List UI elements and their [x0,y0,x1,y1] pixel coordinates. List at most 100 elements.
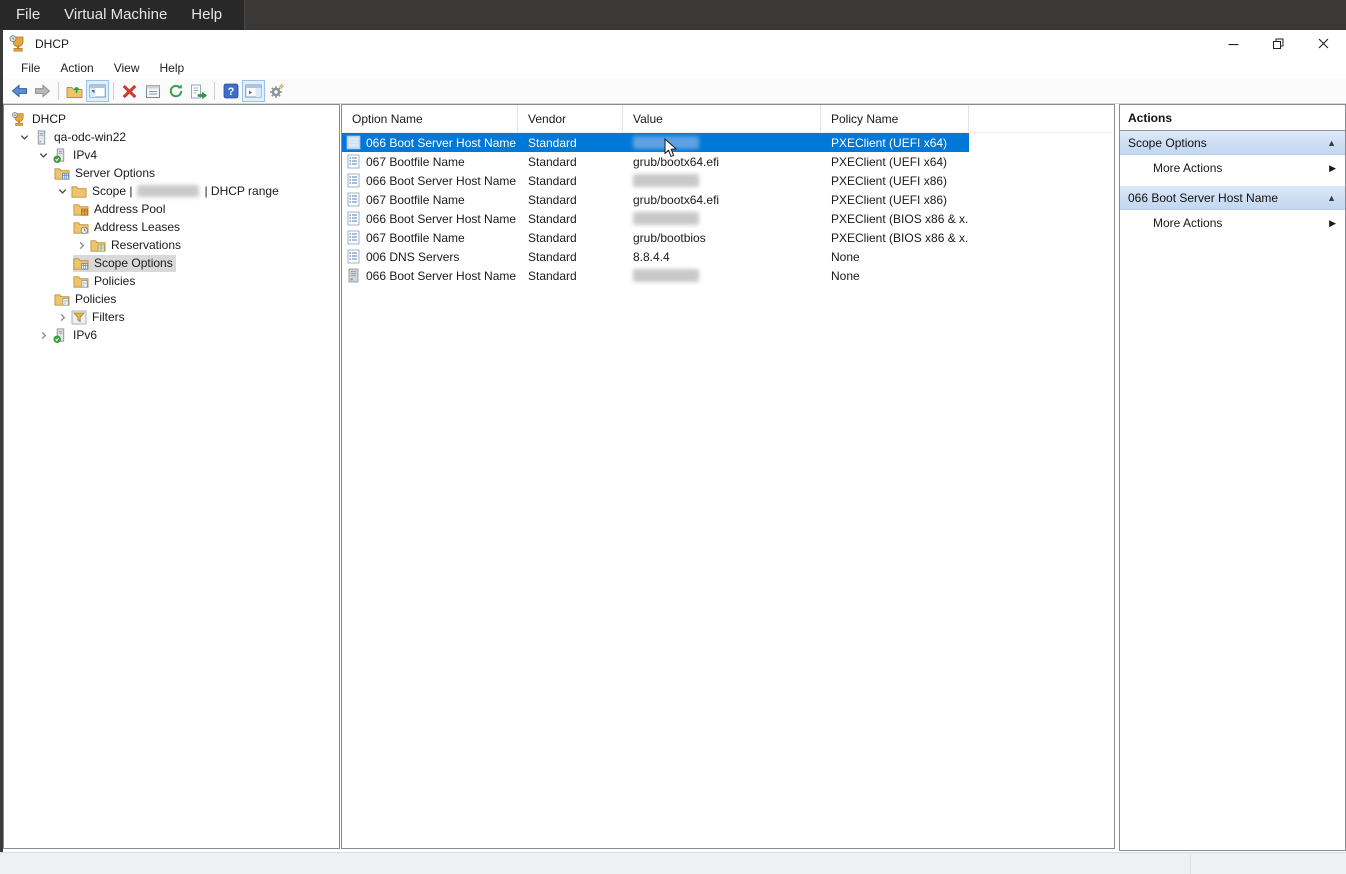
cell-option: 066 Boot Server Host Name [366,212,516,226]
status-strip [0,852,1346,874]
up-one-level-icon [66,84,83,99]
forward-icon [34,84,51,98]
minimize-button[interactable] [1211,30,1256,57]
actions-pane-title: Actions [1120,105,1345,131]
cell-value: 8.8.4.4 [623,247,821,266]
option-item-icon [346,249,361,264]
tree-item-address-leases[interactable]: Address Leases [4,218,339,236]
tree-item-scope-policies[interactable]: Policies [4,272,339,290]
back-button[interactable] [8,80,31,102]
cell-vendor: Standard [518,152,623,171]
cell-value: grub/bootx64.efi [623,152,821,171]
expander-collapsed-icon[interactable] [54,312,71,323]
tree-label: Policies [94,274,135,288]
dhcp-root-icon [11,112,27,127]
tree-label: Address Pool [94,202,165,216]
expander-collapsed-icon[interactable] [35,330,52,341]
vm-menu-virtual-machine[interactable]: Virtual Machine [52,0,179,30]
restore-button[interactable] [1256,30,1301,57]
actions-section-066-boot-server[interactable]: 066 Boot Server Host Name ▲ [1120,186,1345,210]
vm-menu-file[interactable]: File [4,0,52,30]
properties-button[interactable] [141,80,164,102]
results-list-pane: Option Name Vendor Value Policy Name 066… [341,104,1115,849]
option-item-icon [346,192,361,207]
cell-option: 067 Bootfile Name [366,193,465,207]
tree-item-reservations[interactable]: Reservations [4,236,339,254]
expander-expanded-icon[interactable] [16,132,33,143]
menu-help[interactable]: Help [150,59,195,77]
cell-vendor: Standard [518,190,623,209]
tree-item-scope-options[interactable]: Scope Options [4,254,339,272]
tree-item-server-options[interactable]: Server Options [4,164,339,182]
table-row[interactable]: 067 Bootfile Name Standard grub/bootx64.… [342,152,969,171]
option-item-icon [346,135,361,150]
vm-menu-help[interactable]: Help [179,0,234,30]
cell-policy: PXEClient (UEFI x64) [821,152,969,171]
refresh-button[interactable] [164,80,187,102]
action-pane-icon [245,84,262,98]
tree-item-scope[interactable]: Scope | | DHCP range [4,182,339,200]
tree-label: Server Options [75,166,155,180]
table-row[interactable]: 066 Boot Server Host Name Standard None [342,266,969,285]
table-row[interactable]: 066 Boot Server Host Name Standard PXECl… [342,209,969,228]
cell-option: 067 Bootfile Name [366,155,465,169]
cell-vendor: Standard [518,209,623,228]
cell-value: grub/bootbios [623,228,821,247]
more-actions-066-boot-server[interactable]: More Actions ▶ [1120,210,1345,236]
svg-text:?: ? [227,86,234,98]
configure-button[interactable] [265,80,288,102]
tree-item-ipv4-policies[interactable]: Policies [4,290,339,308]
column-header-vendor[interactable]: Vendor [518,105,623,132]
folder-options-icon [54,166,70,181]
up-one-level-button[interactable] [63,80,86,102]
cell-option: 067 Bootfile Name [366,231,465,245]
table-row[interactable]: 067 Bootfile Name Standard grub/bootx64.… [342,190,969,209]
column-header-option-name[interactable]: Option Name [342,105,518,132]
window-titlebar: DHCP [3,30,1346,57]
export-list-button[interactable] [187,80,210,102]
tree-item-ipv6[interactable]: IPv6 [4,326,339,344]
gear-icon [268,83,286,99]
tree-label: Filters [92,310,125,324]
show-action-pane-button[interactable] [242,80,265,102]
list-header: Option Name Vendor Value Policy Name [342,105,1114,133]
redacted-value [633,174,699,187]
collapse-icon: ▲ [1327,193,1336,203]
scope-options-icon [73,256,89,271]
tree-item-address-pool[interactable]: Address Pool [4,200,339,218]
forward-button[interactable] [31,80,54,102]
table-row[interactable]: 067 Bootfile Name Standard grub/bootbios… [342,228,969,247]
expander-collapsed-icon[interactable] [73,240,90,251]
cell-policy: PXEClient (UEFI x86) [821,171,969,190]
close-button[interactable] [1301,30,1346,57]
table-row[interactable]: 066 Boot Server Host Name Standard PXECl… [342,171,969,190]
tree-label: Reservations [111,238,181,252]
minimize-icon [1227,37,1240,50]
menu-file[interactable]: File [11,59,50,77]
tree-item-dhcp-root[interactable]: DHCP [4,110,339,128]
collapse-icon: ▲ [1327,138,1336,148]
status-strip-divider [1190,854,1191,874]
toolbar-separator [58,82,59,100]
toolbar: ? [3,79,1346,104]
actions-section-scope-options[interactable]: Scope Options ▲ [1120,131,1345,155]
expander-expanded-icon[interactable] [54,186,71,197]
menu-action[interactable]: Action [50,59,103,77]
show-console-tree-button[interactable] [86,80,109,102]
column-header-value[interactable]: Value [623,105,821,132]
delete-button[interactable] [118,80,141,102]
table-row[interactable]: 066 Boot Server Host Name Standard PXECl… [342,133,969,152]
more-actions-scope-options[interactable]: More Actions ▶ [1120,155,1345,181]
cell-option: 066 Boot Server Host Name [366,174,516,188]
column-header-policy-name[interactable]: Policy Name [821,105,969,132]
tree-item-server[interactable]: qa-odc-win22 [4,128,339,146]
tree-label: Scope Options [94,256,173,270]
submenu-arrow-icon: ▶ [1329,163,1336,174]
table-row[interactable]: 006 DNS Servers Standard 8.8.4.4 None [342,247,969,266]
menu-view[interactable]: View [104,59,150,77]
tree-item-ipv4[interactable]: IPv4 [4,146,339,164]
expander-expanded-icon[interactable] [35,150,52,161]
cell-vendor: Standard [518,133,623,152]
tree-item-filters[interactable]: Filters [4,308,339,326]
help-button[interactable]: ? [219,80,242,102]
